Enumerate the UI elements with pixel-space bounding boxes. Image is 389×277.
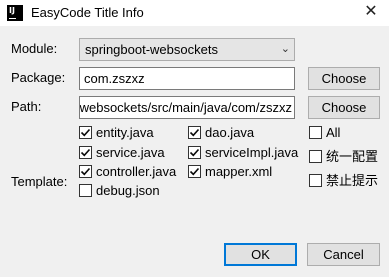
checkbox-box [309,174,322,187]
checkbox-box [79,126,92,139]
path-label: Path: [11,99,42,114]
close-icon[interactable]: ✕ [361,2,381,22]
checkbox-label: 禁止提示 [326,173,379,188]
checkbox-label: mapper.xml [205,164,273,179]
checkbox-label: All [326,125,341,140]
template-label: Template: [11,174,68,189]
checkbox-label: dao.java [205,125,255,140]
checkbox-box [188,126,201,139]
path-input-value: …/springboot-websockets/src/main/java/co… [79,100,292,115]
ok-button[interactable]: OK [224,243,297,266]
cancel-button[interactable]: Cancel [307,243,380,266]
checkbox-box [79,184,92,197]
checkmark-icon [80,128,91,137]
package-label: Package: [11,70,66,85]
checkbox-box [79,165,92,178]
window-title: EasyCode Title Info [31,5,144,20]
checkmark-icon [80,167,91,176]
checkbox-label: service.java [96,145,165,160]
checkmark-icon [80,148,91,157]
checkbox-box [188,165,201,178]
checkbox-label: debug.json [96,183,160,198]
path-input[interactable]: …/springboot-websockets/src/main/java/co… [79,96,295,119]
checkbox-box [309,126,322,139]
choose-package-button[interactable]: Choose [308,67,380,90]
checkmark-icon [189,128,200,137]
intellij-app-icon: IJ [7,5,23,21]
checkbox-label: controller.java [96,164,177,179]
choose-path-button[interactable]: Choose [308,96,380,119]
checkmark-icon [189,148,200,157]
module-select[interactable]: springboot-websockets ⌄ [79,38,295,61]
package-input[interactable]: com.zszxz [79,67,295,90]
checkbox-box [309,150,322,163]
checkmark-icon [189,167,200,176]
module-label: Module: [11,41,58,56]
chevron-down-icon: ⌄ [280,43,290,55]
title-bar: IJ EasyCode Title Info ✕ [0,0,389,26]
app-icon-text: IJ [9,6,15,15]
checkbox-box [79,146,92,159]
checkbox-label: serviceImpl.java [205,145,299,160]
checkbox-label: entity.java [96,125,154,140]
module-select-value: springboot-websockets [85,42,218,57]
checkbox-label: 统一配置 [326,149,379,164]
checkbox-box [188,146,201,159]
